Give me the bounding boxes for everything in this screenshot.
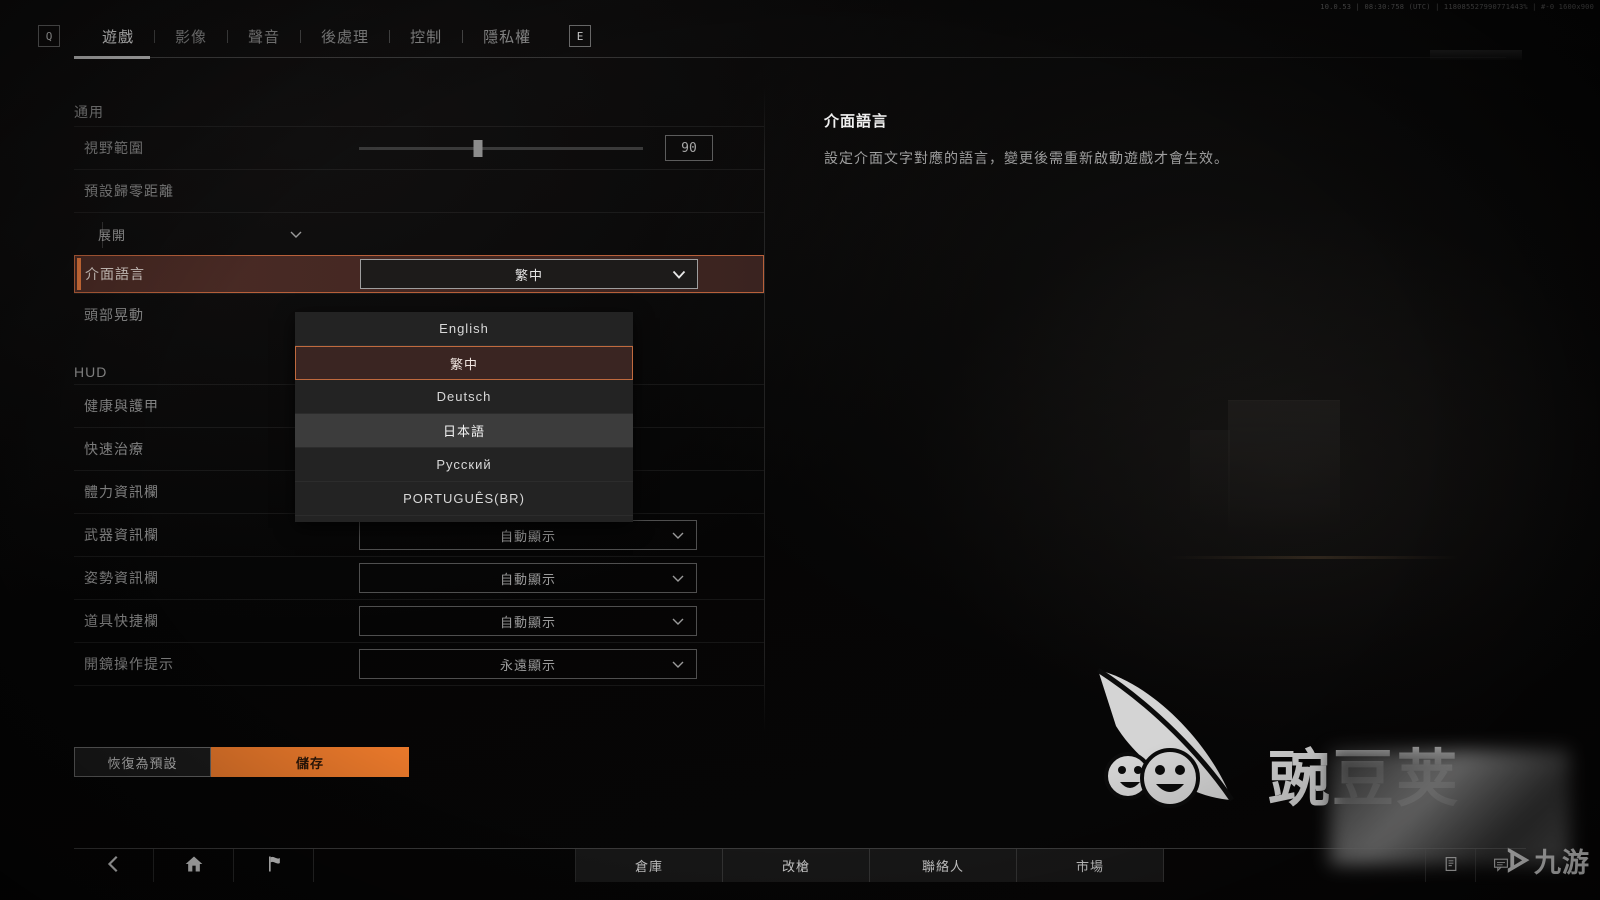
section-title-general: 通用 bbox=[74, 104, 104, 120]
fov-value-box[interactable]: 90 bbox=[665, 135, 713, 161]
background-ledge bbox=[1170, 556, 1460, 559]
item-hotbar-value: 自動顯示 bbox=[499, 614, 556, 630]
stance-info-value: 自動顯示 bbox=[499, 571, 556, 587]
setting-row-expand[interactable]: 展開 bbox=[74, 212, 764, 255]
nav-notes-button[interactable] bbox=[1426, 849, 1476, 882]
chevron-down-icon bbox=[671, 615, 684, 628]
flag-icon bbox=[264, 854, 284, 877]
setting-label-weapon-info: 武器資訊欄 bbox=[84, 527, 159, 543]
setting-row-interface-language[interactable]: 介面語言 繁中 bbox=[74, 255, 764, 293]
tab-bar-right-accent bbox=[1430, 50, 1522, 60]
setting-label-interface-language: 介面語言 bbox=[85, 266, 145, 282]
ads-hint-value: 永遠顯示 bbox=[499, 657, 556, 673]
home-icon bbox=[184, 854, 204, 877]
nav-warehouse-button[interactable]: 倉庫 bbox=[576, 849, 723, 882]
setting-row-partial[interactable] bbox=[74, 685, 764, 728]
tab-postprocessing[interactable]: 後處理 bbox=[301, 22, 389, 51]
language-option-english[interactable]: English bbox=[295, 312, 633, 346]
settings-panel-divider bbox=[764, 88, 765, 733]
language-option-deutsch[interactable]: Deutsch bbox=[295, 380, 633, 414]
setting-row-stance-info[interactable]: 姿勢資訊欄 自動顯示 bbox=[74, 556, 764, 599]
fov-slider-track[interactable] bbox=[359, 139, 643, 157]
chevron-left-icon bbox=[104, 854, 124, 877]
debug-info-bar: 10.0.53 | 08:30:758 (UTC) | 118085527990… bbox=[0, 0, 1600, 14]
background-structure-secondary bbox=[1190, 430, 1230, 525]
game-settings-screen: 10.0.53 | 08:30:758 (UTC) | 118085527990… bbox=[0, 0, 1600, 900]
active-tab-underline bbox=[74, 56, 150, 59]
setting-label-ads-hint: 開鏡操作提示 bbox=[84, 656, 174, 672]
weapon-info-value: 自動顯示 bbox=[499, 528, 556, 544]
nav-home-button[interactable] bbox=[154, 849, 234, 882]
ads-hint-dropdown[interactable]: 永遠顯示 bbox=[359, 649, 697, 679]
restore-defaults-button[interactable]: 恢復為預設 bbox=[74, 747, 211, 777]
setting-label-stance-info: 姿勢資訊欄 bbox=[84, 570, 159, 586]
language-option-traditional-chinese[interactable]: 繁中 bbox=[295, 346, 633, 380]
tab-controls[interactable]: 控制 bbox=[390, 22, 462, 51]
language-option-portuguese-br[interactable]: PORTUGUÊS(BR) bbox=[295, 482, 633, 516]
expand-dropdown-value: 展開 bbox=[98, 227, 127, 243]
note-icon bbox=[1443, 856, 1459, 875]
save-button[interactable]: 儲存 bbox=[211, 747, 409, 777]
chevron-down-icon bbox=[672, 268, 686, 281]
tab-audio[interactable]: 聲音 bbox=[228, 22, 300, 51]
language-option-russian[interactable]: Русский bbox=[295, 448, 633, 482]
interface-language-value: 繁中 bbox=[514, 267, 543, 283]
tab-game[interactable]: 遊戲 bbox=[82, 22, 154, 51]
setting-description-panel: 介面語言 設定介面文字對應的語言，變更後需重新啟動遊戲才會生效。 bbox=[824, 110, 1464, 169]
chevron-down-icon bbox=[671, 572, 684, 585]
setting-label-fov: 視野範圍 bbox=[84, 140, 144, 156]
fov-slider-handle[interactable] bbox=[473, 139, 483, 157]
language-option-japanese[interactable]: 日本語 bbox=[295, 414, 633, 448]
setting-row-ads-hint[interactable]: 開鏡操作提示 永遠顯示 bbox=[74, 642, 764, 685]
fov-slider[interactable] bbox=[359, 127, 647, 170]
nav-spacer bbox=[314, 849, 576, 882]
nav-contacts-button[interactable]: 聯絡人 bbox=[870, 849, 1017, 882]
stance-info-dropdown[interactable]: 自動顯示 bbox=[359, 563, 697, 593]
setting-row-fov[interactable]: 視野範圍 90 bbox=[74, 126, 764, 169]
bottom-navigation-bar: 倉庫 改槍 聯絡人 市場 bbox=[74, 848, 1526, 882]
nav-chat-button[interactable] bbox=[1476, 849, 1526, 882]
tab-privacy[interactable]: 隱私權 bbox=[463, 22, 551, 51]
nav-back-button[interactable] bbox=[74, 849, 154, 882]
description-title: 介面語言 bbox=[824, 113, 889, 130]
setting-label-item-hotbar: 道具快捷欄 bbox=[84, 613, 159, 629]
expand-dropdown[interactable]: 展開 bbox=[74, 219, 374, 249]
prev-tab-key-badge[interactable]: Q bbox=[38, 25, 60, 47]
tab-bar-rule bbox=[74, 57, 1506, 58]
description-body: 設定介面文字對應的語言，變更後需重新啟動遊戲才會生效。 bbox=[824, 150, 1229, 166]
chevron-down-icon bbox=[671, 658, 684, 671]
settings-tab-bar: Q 遊戲 影像 聲音 後處理 控制 隱私權 E bbox=[0, 16, 1600, 58]
tab-video[interactable]: 影像 bbox=[155, 22, 227, 51]
debug-text: 10.0.53 | 08:30:758 (UTC) | 118085527990… bbox=[1320, 3, 1594, 11]
nav-market-button[interactable]: 市場 bbox=[1017, 849, 1164, 882]
setting-row-zero-distance: 預設歸零距離 bbox=[74, 169, 764, 212]
chevron-down-icon bbox=[289, 228, 302, 241]
nav-gunsmith-button[interactable]: 改槍 bbox=[723, 849, 870, 882]
setting-label-zero-distance: 預設歸零距離 bbox=[84, 183, 174, 199]
setting-row-item-hotbar[interactable]: 道具快捷欄 自動顯示 bbox=[74, 599, 764, 642]
item-hotbar-dropdown[interactable]: 自動顯示 bbox=[359, 606, 697, 636]
nav-flag-button[interactable] bbox=[234, 849, 314, 882]
nav-gap bbox=[1164, 849, 1426, 882]
weapon-info-dropdown[interactable]: 自動顯示 bbox=[359, 520, 697, 550]
chat-icon bbox=[1493, 856, 1509, 875]
next-tab-key-badge[interactable]: E bbox=[569, 25, 592, 47]
background-structure bbox=[1228, 400, 1340, 535]
chevron-down-icon bbox=[671, 529, 684, 542]
settings-action-buttons: 恢復為預設 儲存 bbox=[74, 747, 409, 777]
interface-language-dropdown[interactable]: 繁中 bbox=[360, 259, 698, 289]
language-dropdown-list[interactable]: English 繁中 Deutsch 日本語 Русский PORTUGUÊS… bbox=[295, 312, 633, 522]
